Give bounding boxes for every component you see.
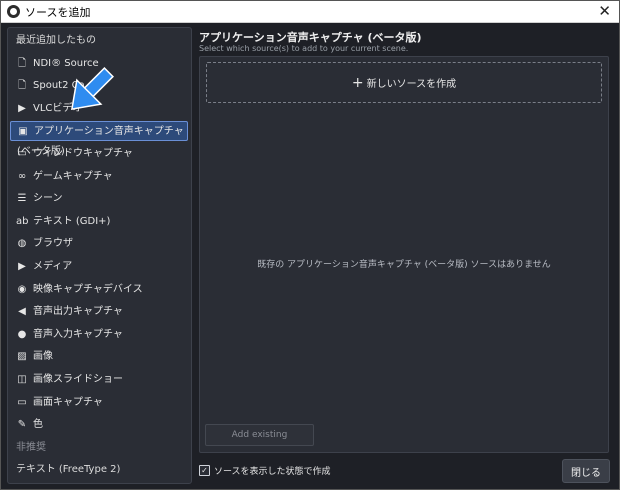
speaker-icon: ◀	[18, 306, 26, 318]
sidebar-item-label: テキスト (FreeType 2)	[16, 464, 121, 476]
sidebar-item: 最近追加したもの	[10, 31, 188, 51]
sidebar-item[interactable]: ◫ 画像スライドショー	[10, 370, 188, 390]
sidebar-item[interactable]: ∞ ゲームキャプチャ	[10, 167, 188, 187]
play-icon: ▶	[18, 102, 26, 114]
obs-logo-icon	[7, 5, 20, 18]
sidebar-item-label: 音声出力キャプチャ	[33, 306, 123, 318]
sidebar-item-label: 画像	[33, 351, 53, 363]
existing-sources-panel: + 新しいソースを作成 既存の アプリケーション音声キャプチャ (ベータ版) ソ…	[199, 56, 609, 453]
panel-subtitle: Select which source(s) to add to your cu…	[199, 44, 409, 53]
add-existing-button[interactable]: Add existing	[205, 424, 314, 446]
list-icon: ☰	[17, 193, 27, 205]
text-icon: ab	[16, 215, 29, 227]
sidebar-item-label: 画像スライドショー	[33, 374, 123, 385]
plus-icon: +	[351, 74, 364, 91]
close-icon[interactable]: ✕	[598, 2, 611, 20]
sidebar-item-label: 音声入力キャプチャ	[33, 328, 123, 340]
sidebar-item-label: 非推奨	[16, 441, 46, 453]
visible-checkbox-label: ソースを表示した状態で作成	[214, 467, 331, 477]
sidebar-item: 非推奨	[10, 438, 188, 458]
sidebar-item[interactable]: ▨ 画像	[10, 347, 188, 367]
globe-icon: ◍	[17, 238, 27, 250]
sidebar-item-label: ブラウザ	[33, 238, 73, 250]
sidebar-item-label: 画面キャプチャ	[33, 396, 103, 408]
empty-state-message: 既存の アプリケーション音声キャプチャ (ベータ版) ソースはありません	[257, 260, 551, 270]
image-icon: ▨	[17, 351, 27, 363]
sidebar-item-label: 映像キャプチャデバイス	[33, 283, 143, 295]
camera-icon: ◉	[17, 283, 27, 295]
sidebar-item[interactable]: ◉ 映像キャプチャデバイス	[10, 280, 188, 300]
visible-checkbox[interactable]: ✓	[199, 465, 210, 476]
play-icon: ▶	[18, 261, 26, 272]
sidebar-item-label: 最近追加したもの	[16, 35, 96, 46]
microphone-icon: ●	[17, 328, 27, 340]
sidebar-item: テキスト (FreeType 2)	[10, 460, 188, 480]
sidebar-item-label: ゲームキャプチャ	[33, 170, 113, 182]
window-title: ソースを追加	[25, 6, 91, 19]
close-button[interactable]: 閉じる	[562, 459, 610, 483]
sidebar-item[interactable]: ▣ アプリケーション音声キャプチャ (ベータ版)	[10, 121, 188, 157]
sidebar-item[interactable]: ab テキスト (GDI+)	[10, 212, 188, 232]
sidebar-item[interactable]: ▭ 画面キャプチャ	[10, 393, 188, 413]
sidebar-item[interactable]: ● 音声入力キャプチャ	[10, 325, 188, 345]
sidebar-item-label: テキスト (GDI+)	[33, 215, 111, 227]
brush-icon: ✎	[17, 419, 27, 431]
sidebar-item-label: メディア	[33, 261, 73, 272]
create-new-source-button[interactable]: + 新しいソースを作成	[206, 62, 602, 103]
file-icon: 🗋	[17, 57, 27, 69]
panel-title: アプリケーション音声キャプチャ (ベータ版)	[199, 31, 422, 44]
sidebar-item-label: シーン	[33, 193, 63, 205]
sidebar-item-label: ウィンドウキャプチャ	[33, 148, 133, 159]
app-audio-icon: ▣	[18, 126, 28, 138]
sidebar-item[interactable]: ✎ 色	[10, 415, 188, 435]
sidebar-item-label: 色	[33, 419, 43, 431]
gamepad-icon: ∞	[17, 170, 27, 182]
title-bar: ソースを追加 ✕	[1, 1, 619, 23]
sidebar-item[interactable]: ☰ シーン	[10, 189, 188, 209]
window-icon: ▭	[17, 148, 27, 159]
slideshow-icon: ◫	[17, 374, 27, 385]
file-icon: 🗋	[17, 80, 27, 92]
visible-checkbox-row[interactable]: ✓ ソースを表示した状態で作成	[199, 464, 331, 477]
sidebar-item[interactable]: ◍ ブラウザ	[10, 234, 188, 254]
pointer-arrow-icon	[70, 67, 114, 111]
sidebar-item[interactable]: ▭ ウィンドウキャプチャ	[10, 144, 188, 164]
create-new-label: 新しいソースを作成	[366, 79, 457, 90]
monitor-icon: ▭	[17, 396, 27, 408]
sidebar-item[interactable]: ▶ メディア	[10, 257, 188, 277]
sidebar-item[interactable]: ◀ 音声出力キャプチャ	[10, 302, 188, 322]
